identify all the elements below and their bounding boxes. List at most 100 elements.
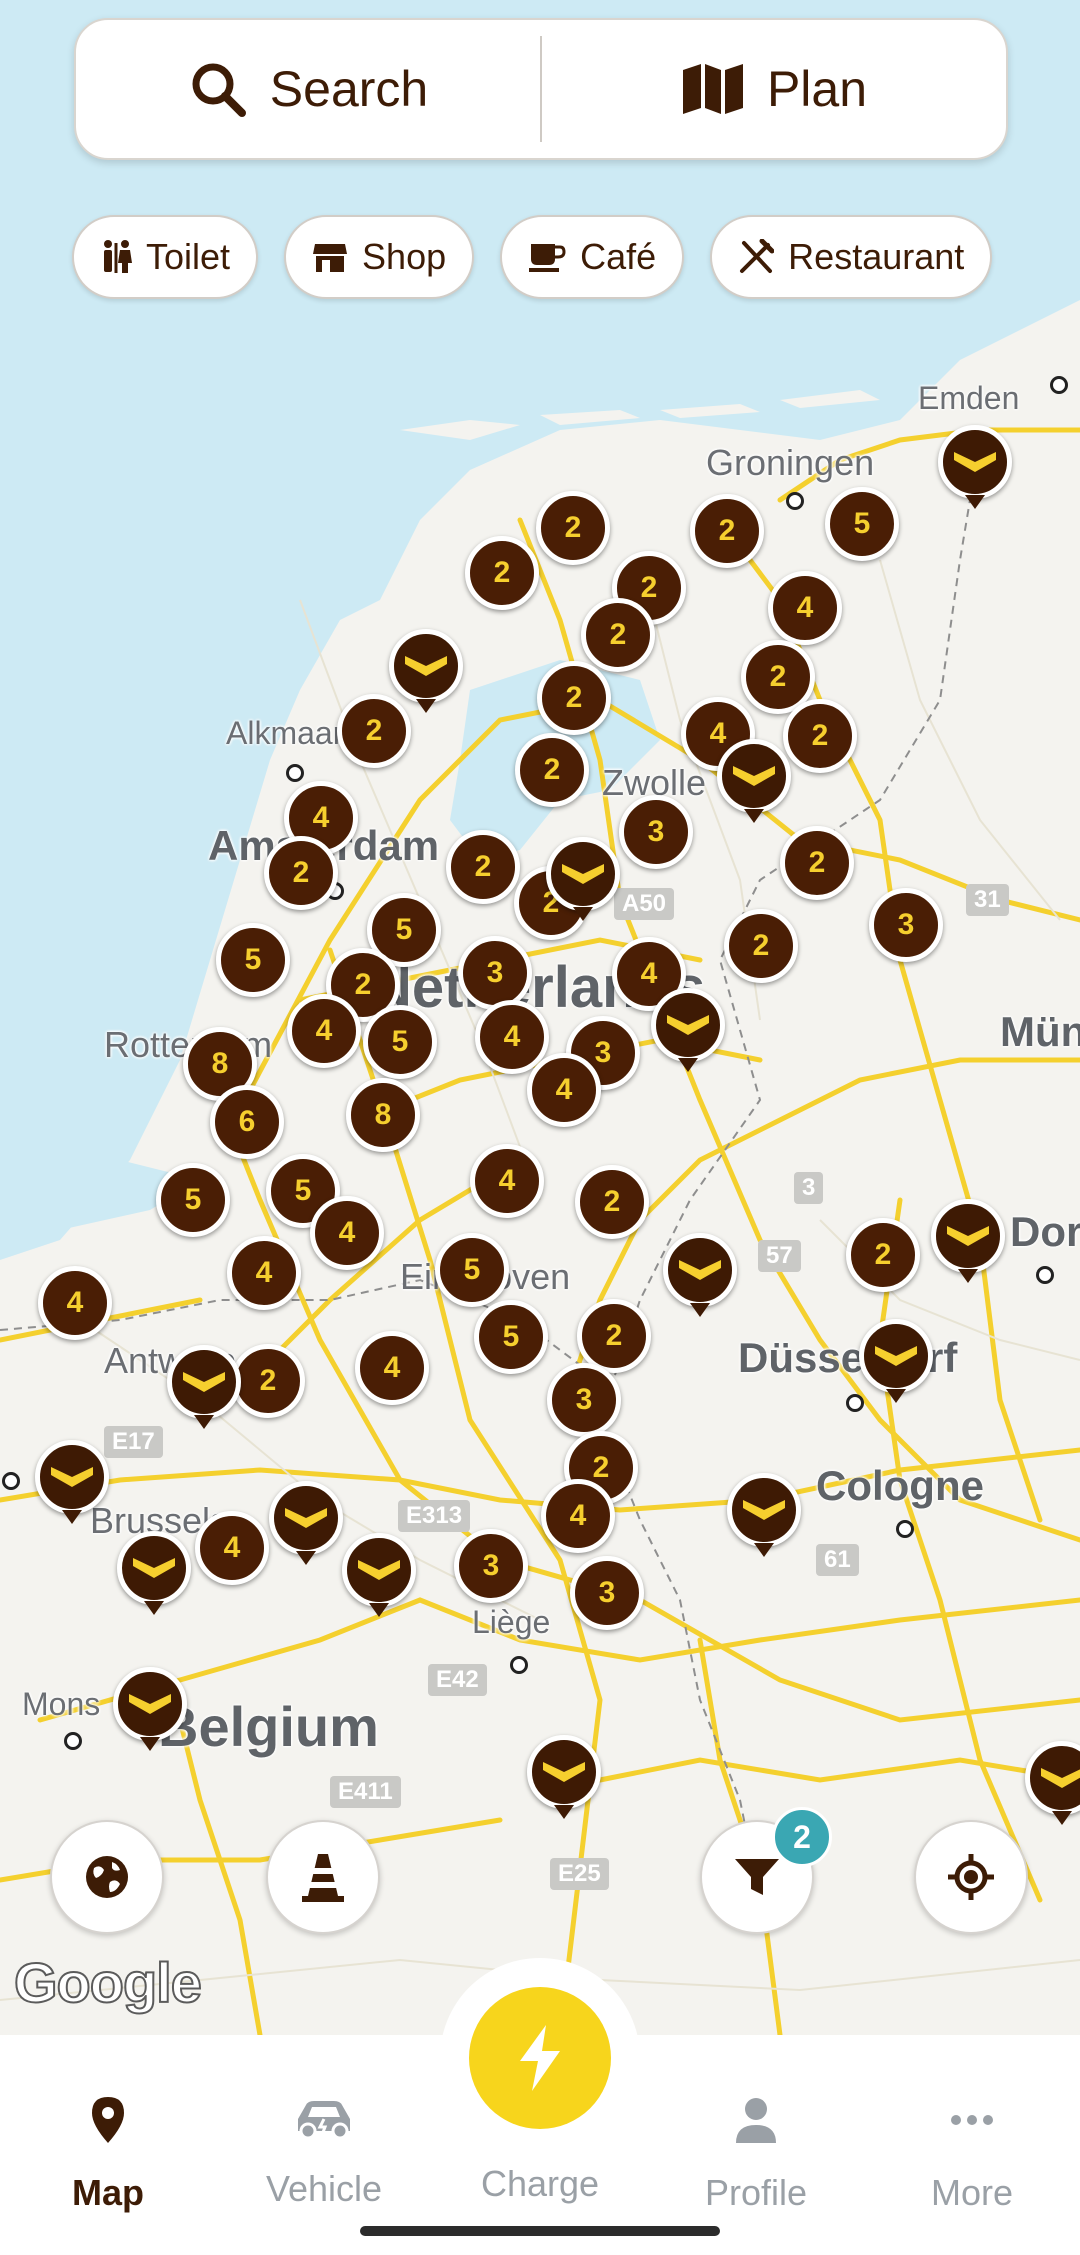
brand-chevron-icon [285,1508,327,1528]
charger-pin[interactable] [717,739,791,829]
brand-chevron-icon [562,864,604,884]
charger-cluster-marker[interactable]: 4 [310,1196,384,1270]
nav-label: Map [72,2172,144,2213]
nav-more[interactable]: More [882,2095,1062,2214]
charger-pin[interactable] [651,988,725,1078]
search-label: Search [269,61,429,117]
charger-cluster-marker[interactable]: 2 [690,494,764,568]
road-shield: 61 [816,1544,859,1576]
road-shield: E411 [330,1776,401,1808]
charger-cluster-marker[interactable]: 5 [363,1005,437,1079]
brand-chevron-icon [543,1762,585,1782]
chip-restaurant[interactable]: Restaurant [710,215,993,299]
charger-pin[interactable] [35,1440,109,1530]
charger-cluster-marker[interactable]: 2 [536,491,610,565]
map-view[interactable]: Emden Groningen Alkmaar Amsterdam Zwolle… [0,0,1080,2035]
city-dot [786,492,804,510]
my-location-button[interactable] [914,1820,1028,1934]
charger-cluster-marker[interactable]: 5 [216,923,290,997]
charger-pin[interactable] [546,837,620,927]
chip-shop[interactable]: Shop [284,215,475,299]
charge-fab[interactable] [440,1958,640,2158]
shop-icon [313,244,348,272]
charger-pin[interactable] [859,1319,933,1409]
city-dot [510,1656,528,1674]
nav-profile[interactable]: Profile [666,2095,846,2214]
brand-chevron-icon [133,1558,175,1578]
plan-label: Plan [766,61,868,117]
charger-pin[interactable] [117,1531,191,1621]
chip-label: Restaurant [788,236,965,277]
charger-cluster-marker[interactable]: 2 [575,1165,649,1239]
charger-cluster-marker[interactable]: 2 [537,661,611,735]
toilet-icon [104,240,132,273]
chip-toilet[interactable]: Toilet [72,215,259,299]
charger-cluster-marker[interactable]: 2 [577,1299,651,1373]
road-shield: A50 [614,888,675,920]
city-dot [64,1732,82,1750]
charger-cluster-marker[interactable]: 2 [783,699,857,773]
globe-icon [86,1856,128,1898]
plan-button[interactable]: Plan [542,20,1006,158]
charger-pin[interactable] [1025,1741,1080,1831]
brand-chevron-icon [743,1500,785,1520]
charge-button[interactable] [469,1987,611,2129]
charger-cluster-marker[interactable]: 3 [619,795,693,869]
charger-cluster-marker[interactable]: 2 [465,536,539,610]
charger-cluster-marker[interactable]: 5 [435,1233,509,1307]
charger-cluster-marker[interactable]: 5 [825,487,899,561]
charger-cluster-marker[interactable]: 4 [470,1144,544,1218]
cafe-icon [529,244,566,272]
charger-cluster-marker[interactable]: 2 [846,1218,920,1292]
charger-pin[interactable] [167,1345,241,1435]
charger-cluster-marker[interactable]: 4 [768,571,842,645]
charger-cluster-marker[interactable]: 4 [527,1053,601,1127]
charger-cluster-marker[interactable]: 5 [474,1300,548,1374]
place-label: Dortmund [1010,1208,1080,1255]
charger-cluster-marker[interactable]: 4 [355,1331,429,1405]
charger-cluster-marker[interactable]: 4 [541,1479,615,1553]
charger-cluster-marker[interactable]: 2 [724,909,798,983]
search-button[interactable]: Search [76,20,540,158]
charger-cluster-marker[interactable]: 3 [547,1363,621,1437]
charger-cluster-marker[interactable]: 4 [38,1266,112,1340]
charger-pin[interactable] [727,1473,801,1563]
brand-chevron-icon [129,1694,171,1714]
charger-cluster-marker[interactable]: 5 [156,1163,230,1237]
charger-cluster-marker[interactable]: 6 [210,1085,284,1159]
charger-cluster-marker[interactable]: 2 [264,836,338,910]
charger-cluster-marker[interactable]: 3 [454,1529,528,1603]
charger-cluster-marker[interactable]: 3 [570,1556,644,1630]
charger-pin[interactable] [389,629,463,719]
charger-pin[interactable] [931,1199,1005,1289]
charger-cluster-marker[interactable]: 4 [227,1236,301,1310]
filter-count-badge: 2 [772,1807,832,1867]
charger-pin[interactable] [527,1735,601,1825]
charger-cluster-marker[interactable]: 4 [195,1511,269,1585]
chip-cafe[interactable]: Café [500,215,685,299]
charger-pin[interactable] [113,1667,187,1757]
map-layers-button[interactable] [50,1820,164,1934]
lightning-icon [520,2025,560,2091]
charger-cluster-marker[interactable]: 4 [287,994,361,1068]
charger-cluster-marker[interactable]: 3 [458,936,532,1010]
nav-map[interactable]: Map [18,2095,198,2214]
charger-pin[interactable] [663,1233,737,1323]
person-icon [736,2098,776,2143]
car-icon [298,2101,350,2140]
charger-cluster-marker[interactable]: 2 [446,830,520,904]
charger-cluster-marker[interactable]: 2 [231,1344,305,1418]
charger-cluster-marker[interactable]: 8 [346,1078,420,1152]
traffic-button[interactable] [266,1820,380,1934]
place-label: Liège [472,1604,551,1640]
charger-cluster-marker[interactable]: 3 [869,888,943,962]
charger-pin[interactable] [269,1481,343,1571]
charger-pin[interactable] [938,425,1012,515]
road-shield: E42 [428,1664,487,1696]
charger-pin[interactable] [342,1533,416,1623]
charger-cluster-marker[interactable]: 2 [780,826,854,900]
charger-cluster-marker[interactable]: 2 [581,598,655,672]
charger-cluster-marker[interactable]: 2 [515,733,589,807]
traffic-cone-icon [302,1854,344,1902]
nav-vehicle[interactable]: Vehicle [234,2095,414,2210]
